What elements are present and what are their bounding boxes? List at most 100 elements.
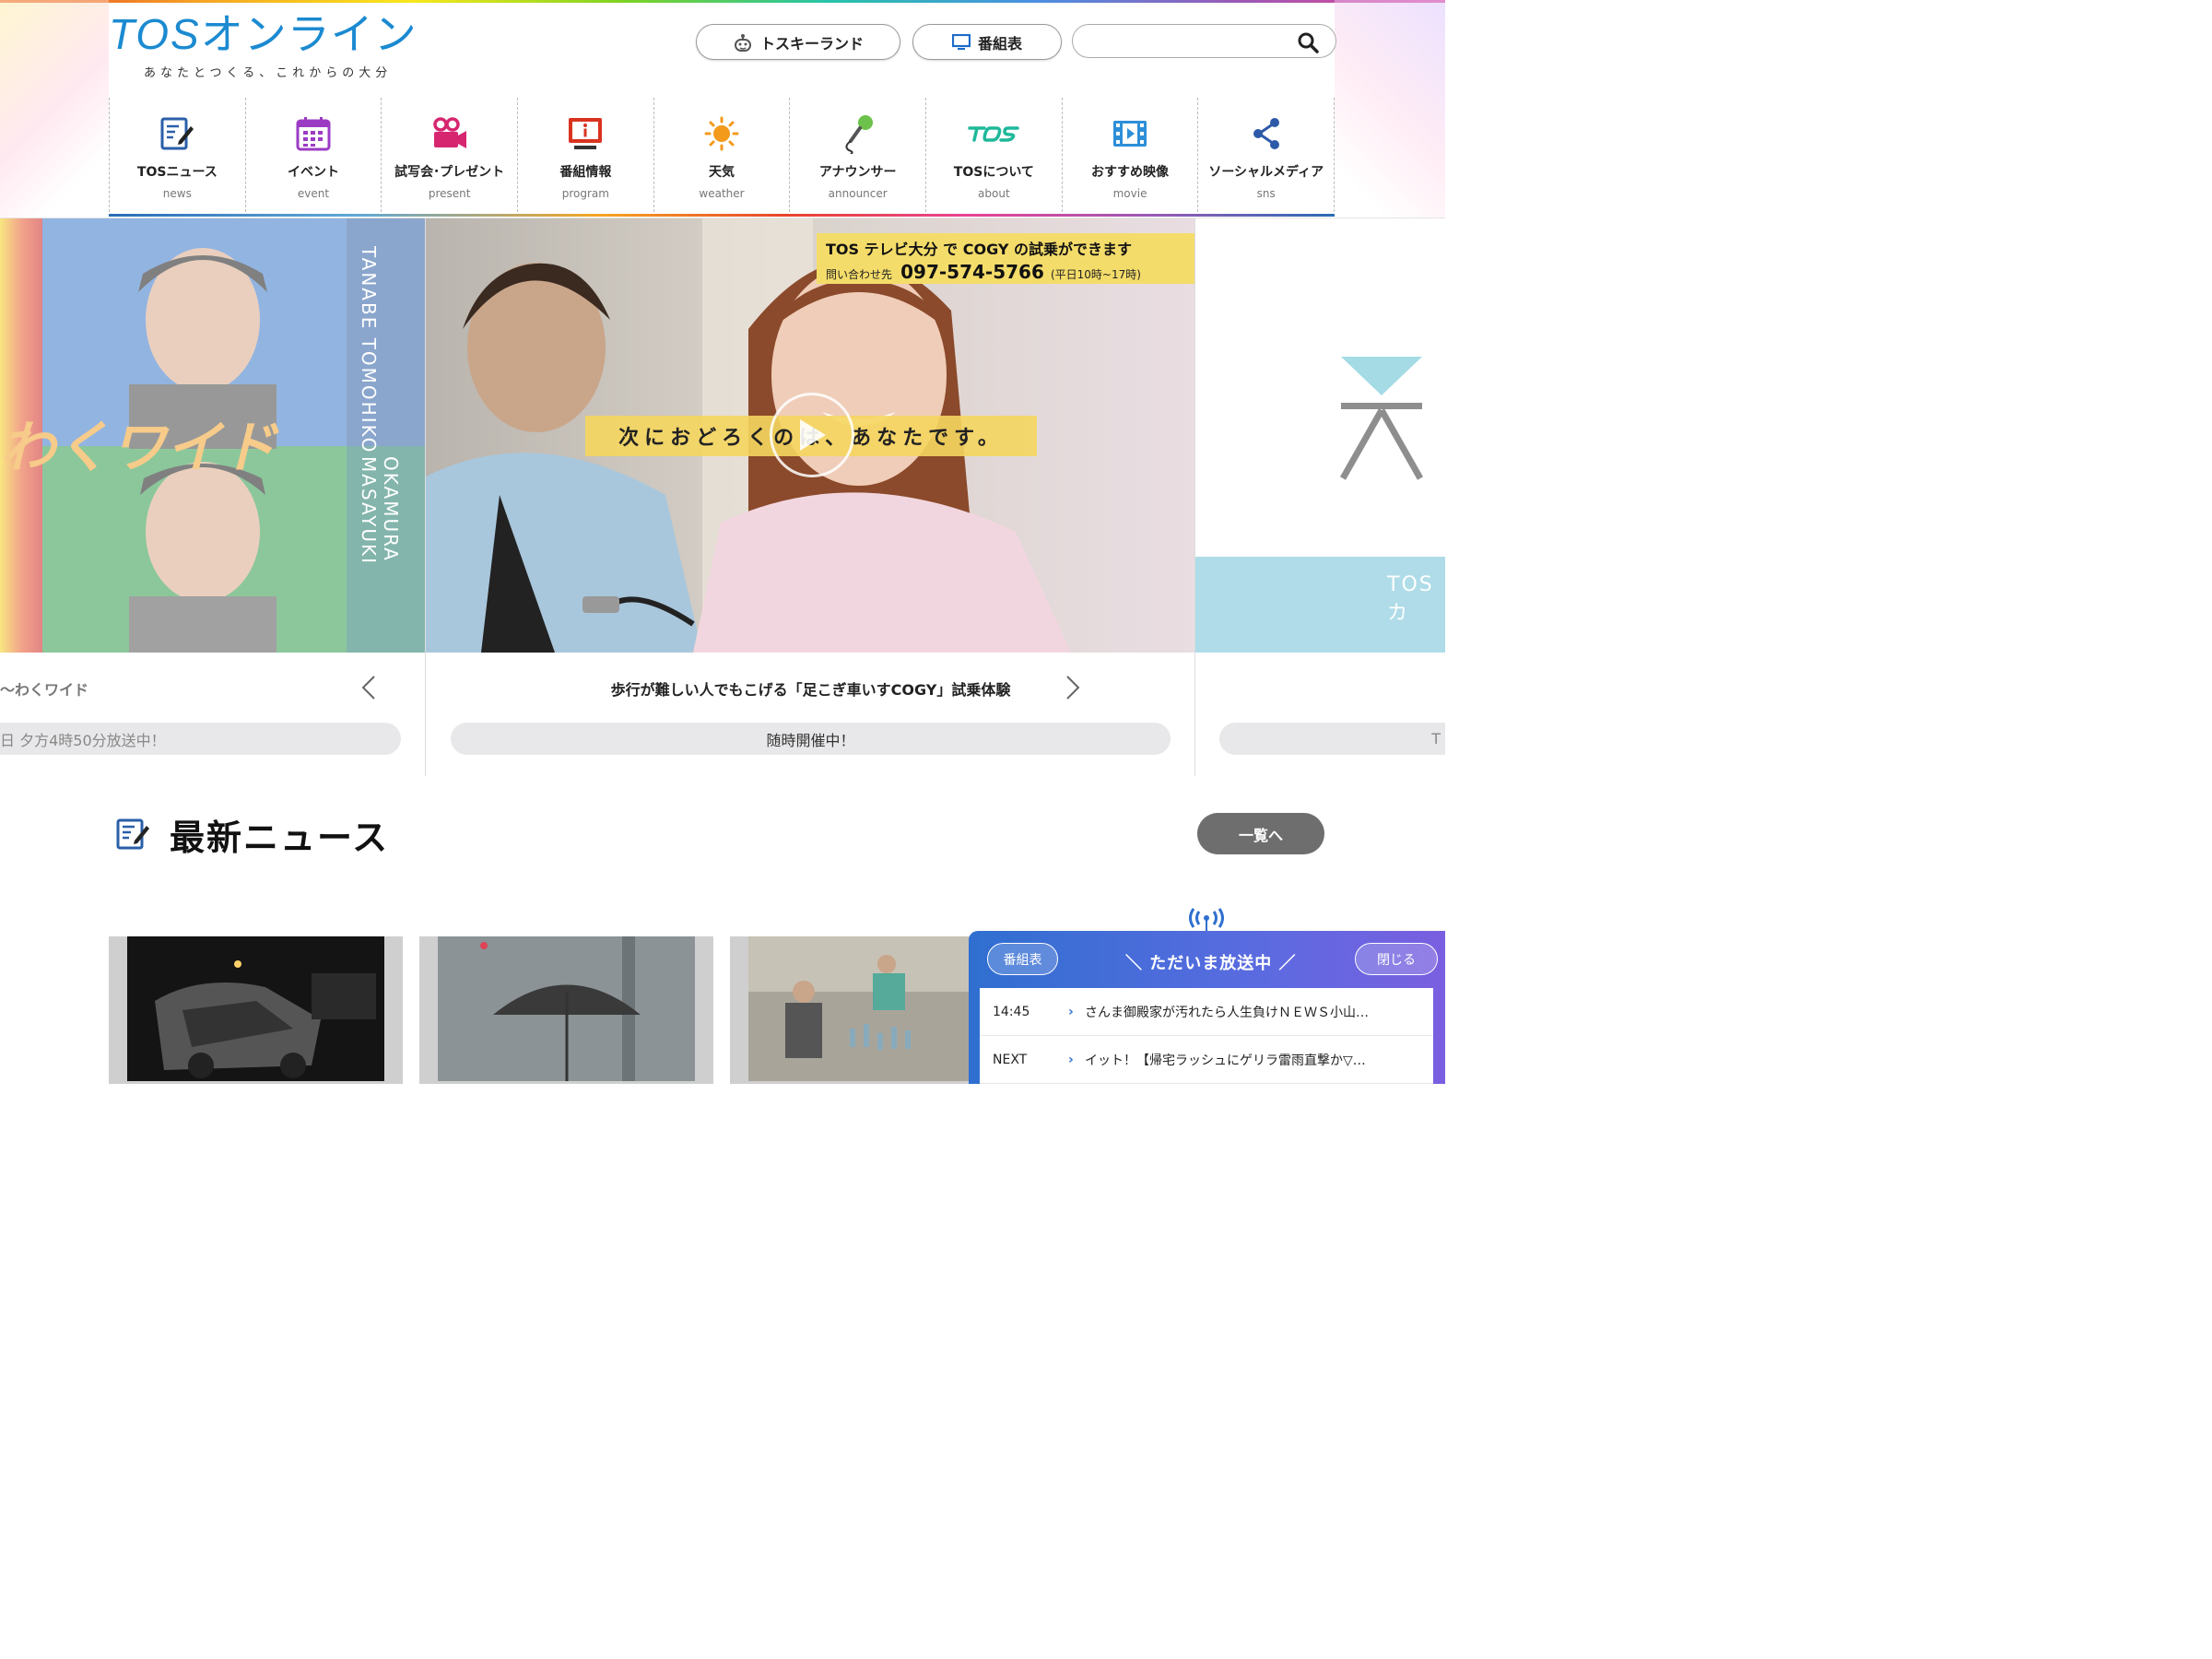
anchor-name-2: OKAMURA MASAYUKI [358,456,402,566]
carousel-slide-current[interactable]: TOS テレビ大分 で COGY の試乗ができます 問い合わせ先 097-574… [426,218,1195,776]
calendar-icon [246,114,382,153]
main-navigation: TOSニュース news イベント event 試写会･プレゼント presen… [109,98,1335,217]
robot-icon [733,32,753,53]
cogy-banner: TOS テレビ大分 で COGY の試乗ができます 問い合わせ先 097-574… [817,233,1194,284]
chevron-left-icon [361,676,375,700]
nav-sublabel: sns [1256,187,1276,200]
logo-kana: オンライン [200,10,418,58]
nav-gradient-bar [109,214,1335,217]
search-input[interactable] [1086,25,1298,57]
film-icon [1063,114,1198,153]
nav-sublabel: present [428,187,471,200]
chevron-right-icon [1066,676,1080,700]
background-decoration-right [1335,0,1445,218]
tosky-land-button[interactable]: トスキーランド [696,24,900,60]
news-icon [114,815,151,855]
cogy-banner-inquiry: 問い合わせ先 [826,268,893,281]
share-icon [1198,114,1334,153]
slide-image-wakuwide: わくワイド TANABE TOMOHIKO OKAMURA MASAYUKI [0,218,425,653]
slide-image-cogy: TOS テレビ大分 で COGY の試乗ができます 問い合わせ先 097-574… [426,218,1194,653]
cogy-banner-line1: TOS テレビ大分 で COGY の試乗ができます [826,241,1133,258]
nav-label: アナウンサー [818,165,897,180]
nav-label: イベント [288,165,339,180]
nav-item-news[interactable]: TOSニュース news [109,98,245,217]
news-thumbnail-1[interactable] [109,936,403,1084]
next-slide-text: TOSカ [1387,573,1434,625]
carousel-next-button[interactable] [1062,674,1084,701]
news-image-accident [127,936,384,1081]
nav-item-weather[interactable]: 天気 weather [653,98,790,217]
news-section-header: 最新ニュース [114,809,389,860]
sun-icon [654,114,790,153]
carousel-prev-button[interactable] [358,674,380,701]
slide-badge: 随時開催中！ [451,723,1171,755]
microphone-icon [790,114,925,154]
program-schedule-label: 番組表 [977,34,1022,53]
news-image-rain [438,936,695,1081]
slide-badge: T [1219,723,1445,755]
chevron-right-icon: › [1068,1052,1074,1067]
top-rainbow-bar [0,0,1445,3]
nav-item-program[interactable]: 番組情報 program [517,98,653,217]
cogy-banner-phone: 097-574-5766 [900,261,1044,283]
background-decoration-left [0,0,109,218]
nav-item-event[interactable]: イベント event [244,98,382,217]
tosky-land-label: トスキーランド [759,34,864,53]
onair-row-next[interactable]: NEXT › イット！【帰宅ラッシュにゲリラ雷雨直撃か▽… [980,1036,1433,1084]
nav-item-movie[interactable]: おすすめ映像 movie [1061,98,1198,217]
logo-latin: TOS [109,10,201,58]
nav-label: TOSについて [953,165,1034,180]
nav-item-sns[interactable]: ソーシャルメディア sns [1197,98,1335,217]
cogy-banner-hours: (平日10時~17時) [1050,268,1141,281]
onair-time: 14:45 [993,1004,1030,1019]
nav-label: 番組情報 [559,165,612,180]
nav-sublabel: movie [1112,187,1147,200]
nav-label: ソーシャルメディア [1208,165,1324,180]
onair-widget: 番組表 ＼ ただいま放送中 ／ 閉じる 14:45 › さんま御殿家が汚れたら人… [969,931,1445,1084]
onair-schedule-button[interactable]: 番組表 [987,943,1058,975]
nav-label: 天気 [709,165,735,180]
search-box [1072,24,1336,58]
nav-sublabel: news [162,187,192,200]
carousel-slide-next[interactable]: TOSカ T [1195,218,1445,776]
nav-sublabel: announcer [828,187,888,200]
onair-program-title: さんま御殿家が汚れたら人生負けＮＥＷＳ小山… [1085,1005,1369,1020]
onair-program-list: 14:45 › さんま御殿家が汚れたら人生負けＮＥＷＳ小山… NEXT › イッ… [980,988,1433,1084]
onair-close-button[interactable]: 閉じる [1355,943,1438,975]
nav-label: TOSニュース [136,165,218,180]
nav-sublabel: weather [699,187,745,200]
carousel-slide-prev[interactable]: わくワイド TANABE TOMOHIKO OKAMURA MASAYUKI 〜… [0,218,426,776]
tos-logo-icon [926,114,1062,153]
anchor-name-1: TANABE TOMOHIKO [358,246,380,454]
wakuwide-logo-text: わくワイド [0,416,276,480]
movie-camera-icon [382,114,517,153]
onair-time: NEXT [993,1052,1028,1067]
search-icon[interactable] [1297,31,1319,57]
news-list-button[interactable]: 一覧へ [1197,813,1324,854]
logo-tagline: あなたとつくる、これからの大分 [144,66,393,80]
news-thumbnail-2[interactable] [419,936,713,1084]
hero-carousel: わくワイド TANABE TOMOHIKO OKAMURA MASAYUKI 〜… [0,218,1445,776]
nav-label: おすすめ映像 [1091,165,1170,180]
slide-badge: 日 夕方4時50分放送中！ [0,723,401,755]
nav-item-announcer[interactable]: アナウンサー announcer [789,98,925,217]
onair-row-current[interactable]: 14:45 › さんま御殿家が汚れたら人生負けＮＥＷＳ小山… [980,988,1433,1036]
slide-image-next: TOSカ [1195,218,1445,653]
nav-item-present[interactable]: 試写会･プレゼント present [381,98,517,217]
site-logo[interactable]: TOSオンライン あなたとつくる、これからの大分 [109,13,427,80]
nav-item-about[interactable]: TOSについて about [925,98,1062,217]
logo-title: TOSオンライン [109,13,427,55]
nav-label: 試写会･プレゼント [394,165,505,180]
monitor-icon [951,33,971,51]
play-icon [800,419,826,451]
slide-caption: 〜わくワイド [0,681,89,699]
chevron-right-icon: › [1068,1004,1074,1019]
news-section-title: 最新ニュース [170,818,390,858]
news-icon [110,114,245,153]
news-image-cleanup [748,936,1006,1081]
play-video-button[interactable] [770,393,854,477]
nav-sublabel: event [297,187,330,200]
info-monitor-icon [518,114,653,153]
program-schedule-button[interactable]: 番組表 [912,24,1062,60]
nav-sublabel: about [978,187,1010,200]
